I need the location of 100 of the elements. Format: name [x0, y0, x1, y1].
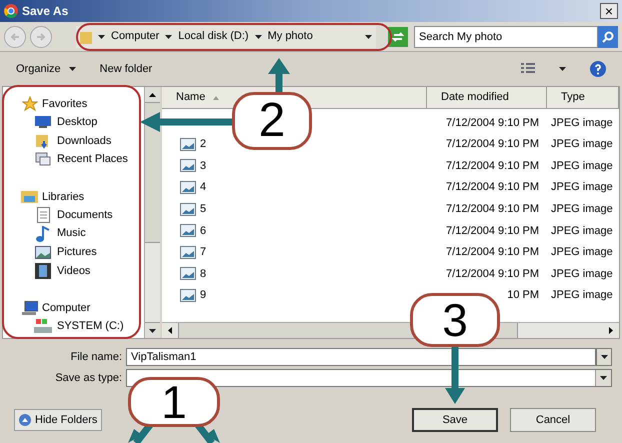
date-cell-text: 7/12/2004 9:10 PM — [446, 116, 539, 131]
tree-item[interactable]: Videos — [23, 262, 144, 280]
breadcrumb[interactable]: Computer — [111, 28, 160, 45]
window-title: Save As — [22, 3, 68, 20]
image-file-icon — [180, 267, 196, 280]
save-type-dropdown[interactable] — [126, 369, 612, 387]
date-cell-text: 7/12/2004 9:10 PM — [446, 224, 539, 239]
tree-item[interactable]: Libraries — [20, 188, 144, 206]
type-cell: JPEG image — [551, 202, 613, 215]
column-header[interactable]: Date modified — [427, 87, 547, 108]
dropdown-button[interactable] — [596, 348, 612, 366]
collapse-icon — [19, 414, 31, 426]
refresh-icon — [392, 30, 404, 42]
dropdown-caret-icon — [365, 34, 372, 38]
date-cell-text: 7/12/2004 9:10 PM — [446, 137, 539, 152]
back-arrow-icon — [10, 32, 20, 42]
file-name: 3 — [200, 158, 206, 174]
file-name-field[interactable]: VipTalisman1 — [126, 348, 596, 366]
help-icon[interactable] — [590, 61, 606, 77]
type-cell: JPEG image — [551, 138, 613, 150]
image-file-icon — [180, 181, 196, 194]
callout-tooltip: 2 — [232, 92, 312, 150]
view-options-icon[interactable] — [521, 63, 535, 75]
date-cell-text: 7/12/2004 9:10 PM — [446, 158, 539, 174]
computer-icon — [22, 300, 38, 316]
date-cell-text: 7/12/2004 9:10 PM — [446, 266, 539, 282]
tree-item[interactable]: Pictures — [23, 242, 144, 262]
date-cell-text: 7/12/2004 9:10 PM — [446, 245, 539, 260]
callout-arrow — [445, 347, 465, 404]
callout-tooltip: 1 — [128, 377, 220, 427]
tree-item[interactable]: Music — [23, 224, 144, 243]
cancel-button[interactable]: Cancel — [510, 408, 596, 432]
tree-item[interactable]: Downloads — [23, 132, 144, 150]
search-button[interactable] — [598, 26, 618, 48]
monitor-icon — [35, 115, 51, 130]
field-label: Save as type: — [54, 370, 122, 386]
file-name: 4 — [200, 180, 206, 196]
dropdown-caret-icon — [600, 355, 608, 359]
image-icon — [35, 246, 51, 259]
field-label: File name: — [70, 350, 122, 365]
tree-item[interactable]: Desktop — [23, 113, 144, 132]
callout-arrow — [268, 58, 290, 95]
scroll-left-icon — [168, 327, 172, 334]
image-file-icon — [180, 246, 196, 259]
scroll-right-icon — [609, 327, 613, 334]
breadcrumb[interactable]: Local disk (D:) — [178, 28, 249, 45]
document-icon — [36, 207, 50, 224]
file-name: 7 — [200, 245, 206, 260]
file-name: 5 — [200, 202, 206, 217]
type-cell: JPEG image — [551, 116, 613, 129]
type-cell: JPEG image — [551, 224, 613, 237]
scroll-down-icon — [149, 328, 156, 332]
app-icon — [4, 4, 18, 18]
hide-folders-button[interactable]: Hide Folders — [14, 409, 102, 431]
image-file-icon — [180, 289, 196, 302]
type-cell: JPEG image — [551, 268, 613, 280]
image-file-icon — [180, 138, 196, 151]
date-cell-text: 7/12/2004 9:10 PM — [446, 202, 539, 217]
file-name: 6 — [200, 224, 206, 239]
breadcrumb-caret-icon — [165, 34, 172, 38]
new-folder-button[interactable]: New folder — [100, 60, 152, 78]
vertical-scrollbar[interactable] — [144, 87, 160, 338]
file-name: 9 — [200, 288, 206, 304]
date-cell-text: 7/12/2004 9:10 PM — [446, 180, 539, 196]
scroll-up-icon — [149, 92, 156, 96]
address-bar[interactable]: Computer Local disk (D:) My photo — [76, 26, 376, 48]
close-button[interactable]: × — [600, 3, 618, 19]
breadcrumb-caret-icon — [254, 34, 262, 38]
file-name: 8 — [200, 266, 206, 282]
search-icon — [602, 30, 614, 42]
tree-item[interactable]: Documents — [23, 206, 144, 224]
dropdown-caret-icon — [600, 376, 607, 380]
tree-item[interactable]: SYSTEM (C:) — [23, 317, 144, 336]
tree-item[interactable]: Computer — [20, 299, 144, 318]
type-cell: JPEG image — [551, 160, 613, 172]
star-icon — [22, 96, 38, 112]
callout-tooltip: 3 — [410, 293, 500, 347]
image-file-icon — [180, 159, 196, 172]
image-file-icon — [180, 202, 196, 216]
image-file-icon — [180, 224, 196, 238]
music-note-icon — [36, 226, 50, 242]
sort-arrow-icon — [213, 96, 220, 100]
search-field[interactable]: Search My photo — [414, 26, 598, 48]
film-icon — [35, 262, 51, 279]
column-header[interactable]: Type — [547, 87, 619, 108]
refresh-button[interactable] — [388, 26, 408, 46]
forward-arrow-icon — [36, 32, 46, 42]
type-cell: JPEG image — [551, 289, 613, 302]
file-name: 2 — [200, 137, 206, 152]
save-button[interactable]: Save — [412, 408, 498, 432]
tree-item[interactable]: Favorites — [20, 95, 144, 113]
date-cell-text: 10 PM — [507, 288, 539, 304]
view-caret-icon — [559, 67, 566, 71]
type-cell: JPEG image — [551, 246, 613, 258]
breadcrumb-caret-icon — [98, 34, 105, 38]
caret-icon — [68, 67, 76, 71]
type-cell: JPEG image — [551, 181, 613, 194]
breadcrumb[interactable]: My photo — [268, 28, 313, 45]
tree-item[interactable]: Recent Places — [23, 150, 144, 169]
organize-button[interactable]: Organize — [16, 60, 76, 78]
